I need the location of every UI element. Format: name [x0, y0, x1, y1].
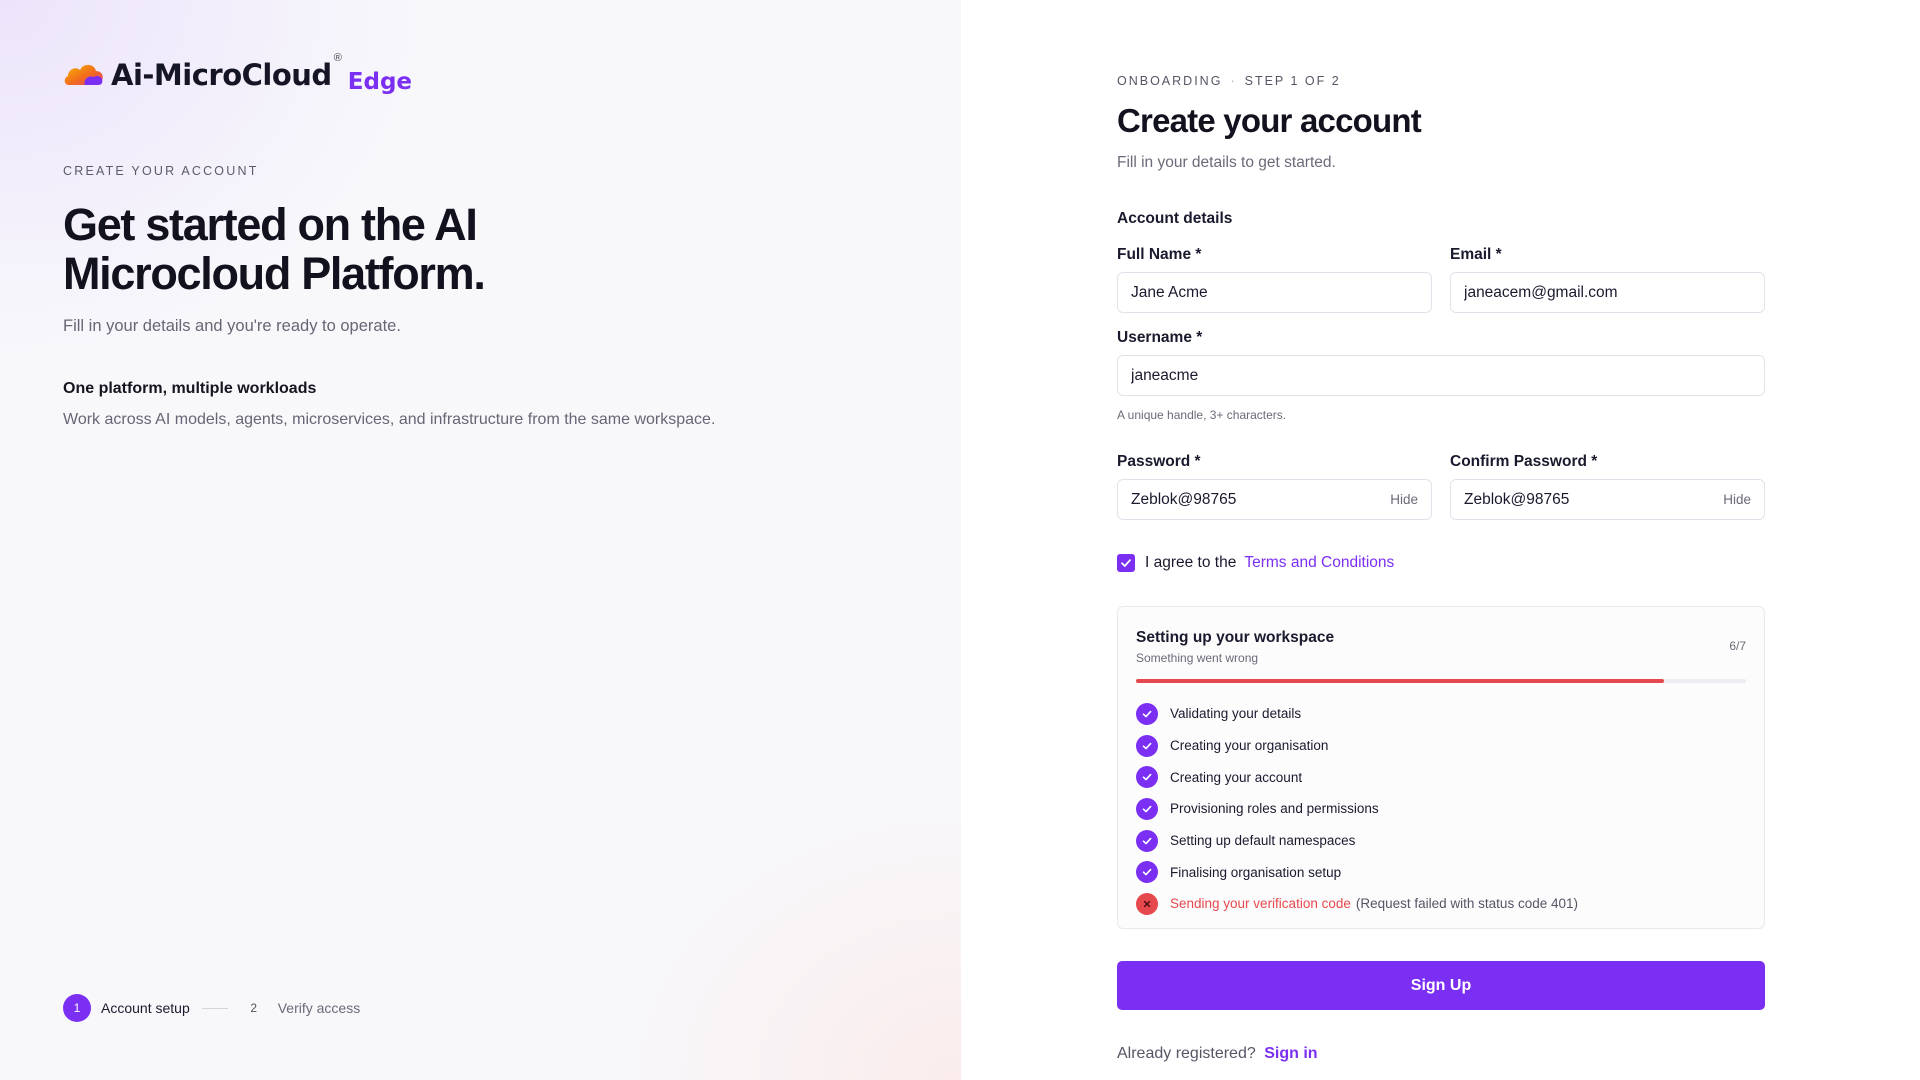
x-icon [1136, 892, 1158, 915]
eyebrow-step: STEP 1 OF 2 [1244, 74, 1341, 88]
step-2-label: Verify access [277, 1000, 361, 1016]
email-label: Email * [1450, 246, 1502, 263]
progress-step-label: Provisioning roles and permissions [1170, 801, 1379, 817]
eyebrow-separator: · [1230, 74, 1237, 88]
step-1-number: 1 [63, 994, 91, 1022]
progress-step-6: Finalising organisation setup [1136, 856, 1578, 888]
progress-count: 6/7 [1729, 639, 1746, 653]
right-panel: ONBOARDING · STEP 1 OF 2 Create your acc… [961, 0, 1920, 1080]
progress-step-3: Creating your account [1136, 761, 1578, 793]
progress-step-error-detail: (Request failed with status code 401) [1355, 896, 1578, 912]
password-value: Zeblok@98765 [1131, 490, 1237, 508]
left-eyebrow: CREATE YOUR ACCOUNT [63, 164, 259, 178]
progress-step-list: Validating your details Creating your org… [1136, 698, 1578, 920]
page-title: Create your account [1117, 102, 1422, 139]
email-input[interactable]: janeacem@gmail.com [1450, 272, 1765, 313]
onboarding-stepper: 1 Account setup 2 Verify access [63, 994, 360, 1022]
check-icon [1136, 702, 1158, 725]
progress-step-label: Setting up default namespaces [1170, 833, 1356, 849]
brand-edition: Edge [347, 69, 413, 95]
password-hide-toggle[interactable]: Hide [1390, 492, 1418, 507]
progress-status: Something went wrong [1136, 651, 1259, 665]
full-name-input[interactable]: Jane Acme [1117, 272, 1432, 313]
check-icon [1121, 559, 1131, 567]
progress-step-label: Validating your details [1170, 706, 1302, 722]
username-value: janeacme [1131, 366, 1199, 384]
hero-headline: Get started on the AI Microcloud Platfor… [63, 200, 663, 298]
confirm-password-input[interactable]: Zeblok@98765 Hide [1450, 479, 1765, 520]
confirm-password-hide-toggle[interactable]: Hide [1723, 492, 1751, 507]
step-connector [201, 1007, 228, 1009]
hero-subheading: Fill in your details and you're ready to… [63, 317, 401, 335]
progress-bar-fill [1136, 679, 1664, 683]
username-hint: A unique handle, 3+ characters. [1117, 408, 1287, 422]
progress-step-label: Creating your account [1170, 769, 1303, 785]
check-icon [1136, 766, 1158, 789]
check-icon [1136, 734, 1158, 757]
terms-checkbox[interactable] [1117, 554, 1135, 572]
username-input[interactable]: janeacme [1117, 355, 1765, 396]
progress-bar [1136, 679, 1746, 683]
check-icon [1136, 797, 1158, 820]
confirm-password-value: Zeblok@98765 [1464, 490, 1570, 508]
eyebrow-section: ONBOARDING [1117, 74, 1223, 88]
cloud-logo-icon [64, 64, 103, 85]
progress-step-4: Provisioning roles and permissions [1136, 793, 1578, 825]
workspace-setup-progress: Setting up your workspace Something went… [1117, 606, 1765, 929]
username-label: Username * [1117, 329, 1203, 346]
brand-name: Ai-MicroCloud [111, 58, 332, 92]
password-label: Password * [1117, 453, 1201, 470]
progress-step-2: Creating your organisation [1136, 730, 1578, 762]
hero-line-1: Get started on the AI [63, 199, 478, 250]
form-eyebrow: ONBOARDING · STEP 1 OF 2 [1117, 74, 1341, 88]
page-subtitle: Fill in your details to get started. [1117, 154, 1336, 171]
step-2-number: 2 [250, 1001, 258, 1015]
check-icon [1136, 829, 1158, 852]
hero-line-2: Microcloud Platform. [63, 248, 486, 299]
terms-agreement: I agree to the Terms and Conditions [1117, 554, 1394, 572]
password-input[interactable]: Zeblok@98765 Hide [1117, 479, 1432, 520]
check-icon [1136, 861, 1158, 884]
progress-step-label: Sending your verification code [1170, 896, 1351, 912]
sign-up-button[interactable]: Sign Up [1117, 961, 1765, 1010]
section-account-details: Account details [1117, 210, 1233, 227]
feature-description: Work across AI models, agents, microserv… [63, 411, 716, 428]
confirm-password-label: Confirm Password * [1450, 453, 1598, 470]
full-name-label: Full Name * [1117, 246, 1202, 263]
left-panel: Ai-MicroCloud ® Edge CREATE YOUR ACCOUNT… [0, 0, 961, 1080]
email-value: janeacem@gmail.com [1464, 283, 1618, 301]
step-1-label: Account setup [101, 1000, 190, 1016]
progress-title: Setting up your workspace [1136, 629, 1335, 646]
signin-prompt: Already registered? [1117, 1045, 1256, 1062]
progress-step-1: Validating your details [1136, 698, 1578, 730]
registered-mark: ® [333, 52, 342, 64]
agree-text: I agree to the [1145, 554, 1237, 571]
signin-prompt-row: Already registered? Sign in [1117, 1045, 1318, 1063]
sign-in-link[interactable]: Sign in [1264, 1045, 1317, 1062]
progress-step-label: Creating your organisation [1170, 738, 1329, 754]
feature-title: One platform, multiple workloads [63, 380, 317, 397]
terms-link[interactable]: Terms and Conditions [1244, 554, 1394, 572]
progress-step-5: Setting up default namespaces [1136, 825, 1578, 857]
progress-step-label: Finalising organisation setup [1170, 864, 1342, 880]
brand-logo: Ai-MicroCloud ® Edge [63, 52, 412, 94]
full-name-value: Jane Acme [1131, 283, 1208, 301]
progress-step-7: Sending your verification code (Request f… [1136, 888, 1578, 920]
